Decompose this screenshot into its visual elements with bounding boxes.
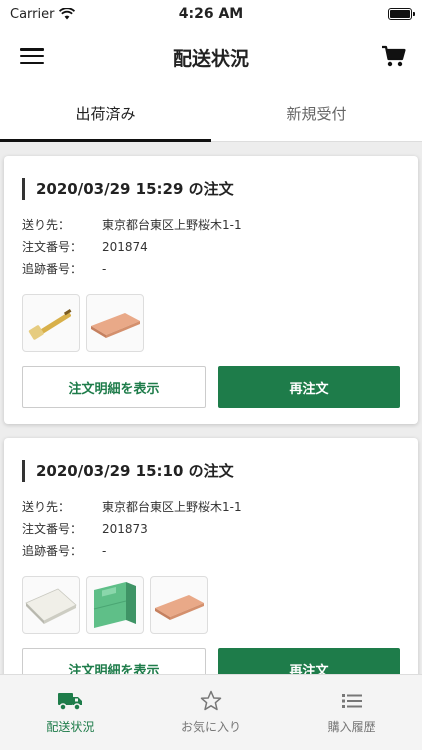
product-thumbnail-green-panel[interactable] [86, 576, 144, 634]
order-number-label: 注文番号： [22, 240, 83, 254]
reorder-button[interactable]: 再注文 [218, 366, 400, 408]
order-number-row: 注文番号： 201873 [22, 518, 400, 540]
menu-icon[interactable] [20, 46, 44, 66]
destination-label: 送り先： [22, 218, 71, 232]
bottom-nav-purchase-history[interactable]: 購入履歴 [281, 675, 422, 750]
product-thumbnail-white-panel[interactable] [22, 576, 80, 634]
page-title: 配送状況 [172, 47, 249, 70]
tracking-number-value: - [102, 262, 107, 276]
order-number-label: 注文番号： [22, 522, 83, 536]
tracking-number-row: 追跡番号： - [22, 540, 400, 562]
order-list[interactable]: 2020/03/29 15:29 の注文 送り先： 東京都台東区上野桜木1-1 … [0, 142, 422, 674]
tab-shipped[interactable]: 出荷済み [0, 86, 211, 142]
product-thumbnail-board[interactable] [86, 294, 144, 352]
reorder-button[interactable]: 再注文 [218, 648, 400, 674]
carrier-label: Carrier [10, 6, 55, 22]
list-icon [341, 694, 362, 708]
destination-label: 送り先： [22, 500, 71, 514]
order-actions: 注文明細を表示 再注文 [22, 648, 400, 674]
tracking-number-row: 追跡番号： - [22, 258, 400, 280]
product-thumbnail-board[interactable] [150, 576, 208, 634]
carrier-info: Carrier [10, 6, 76, 22]
tracking-number-label: 追跡番号： [22, 262, 83, 276]
bottom-nav-label: お気に入り [181, 720, 242, 734]
wifi-icon [59, 8, 76, 20]
battery-icon [388, 8, 415, 20]
bottom-nav-favorites[interactable]: お気に入り [141, 675, 282, 750]
navigation-bar: 配送状況 [0, 28, 422, 86]
order-number-value: 201873 [102, 522, 148, 536]
order-card: 2020/03/29 15:29 の注文 送り先： 東京都台東区上野桜木1-1 … [4, 156, 418, 424]
view-order-details-button[interactable]: 注文明細を表示 [22, 366, 206, 408]
tab-bar: 出荷済み 新規受付 [0, 86, 422, 142]
order-number-value: 201874 [102, 240, 148, 254]
tracking-number-label: 追跡番号： [22, 544, 83, 558]
star-icon [200, 690, 222, 711]
product-thumbnails [22, 576, 400, 634]
order-card: 2020/03/29 15:10 の注文 送り先： 東京都台東区上野桜木1-1 … [4, 438, 418, 674]
bottom-nav-delivery-status[interactable]: 配送状況 [0, 675, 141, 750]
product-thumbnail-tool[interactable] [22, 294, 80, 352]
truck-icon [58, 693, 83, 711]
order-actions: 注文明細を表示 再注文 [22, 366, 400, 408]
destination-value: 東京都台東区上野桜木1-1 [102, 500, 242, 514]
cart-icon[interactable] [380, 42, 408, 70]
destination-row: 送り先： 東京都台東区上野桜木1-1 [22, 214, 400, 236]
bottom-nav-label: 配送状況 [46, 720, 95, 734]
tab-new-orders[interactable]: 新規受付 [211, 86, 422, 141]
bottom-nav-label: 購入履歴 [327, 720, 376, 734]
status-bar: Carrier 4:26 AM [0, 0, 422, 28]
order-title: 2020/03/29 15:10 の注文 [22, 460, 400, 482]
bottom-navigation: 配送状況 お気に入り 購入履歴 [0, 674, 422, 750]
order-number-row: 注文番号： 201874 [22, 236, 400, 258]
order-title: 2020/03/29 15:29 の注文 [22, 178, 400, 200]
tracking-number-value: - [102, 544, 107, 558]
destination-value: 東京都台東区上野桜木1-1 [102, 218, 242, 232]
destination-row: 送り先： 東京都台東区上野桜木1-1 [22, 496, 400, 518]
product-thumbnails [22, 294, 400, 352]
view-order-details-button[interactable]: 注文明細を表示 [22, 648, 206, 674]
